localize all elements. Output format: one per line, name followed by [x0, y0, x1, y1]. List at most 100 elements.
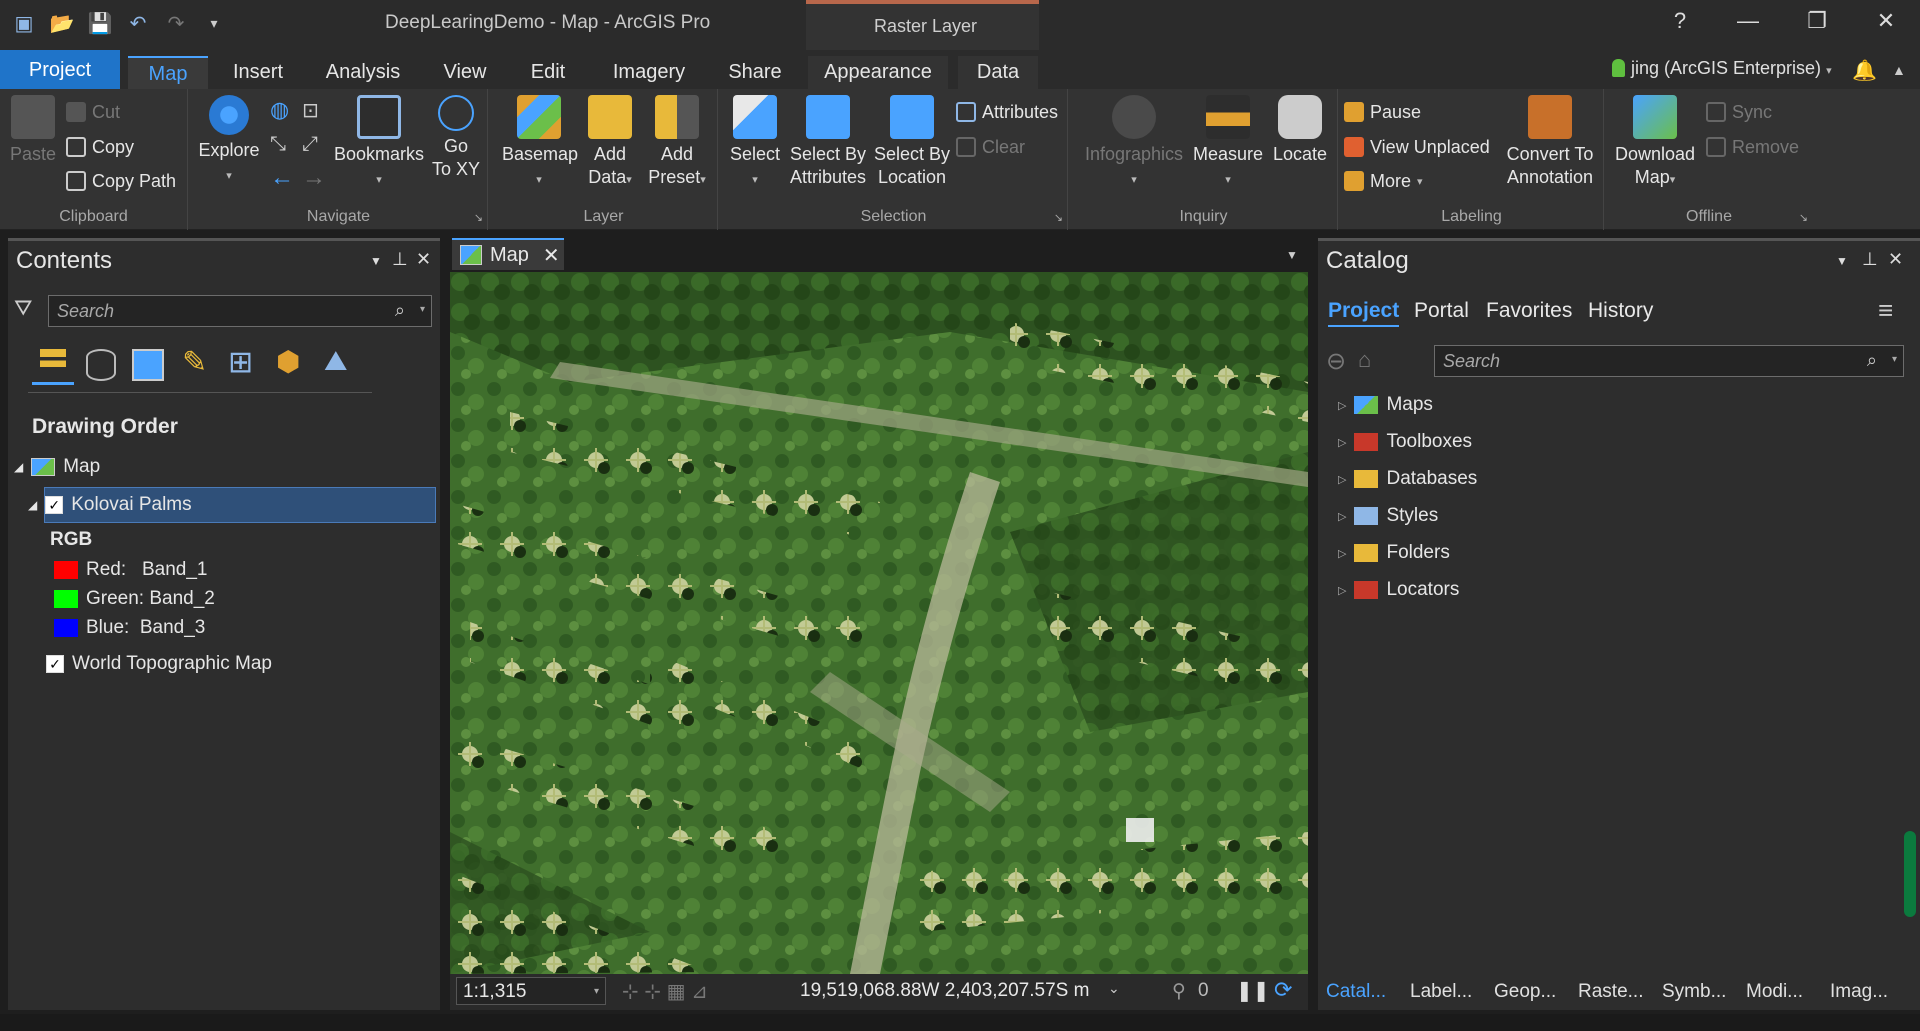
attributes-button[interactable]: Attributes — [956, 99, 1058, 125]
refresh-icon[interactable]: ⟳ — [1274, 977, 1292, 1003]
more-labeling-button[interactable]: More ▾ — [1344, 168, 1423, 194]
copy-path-button[interactable]: Copy Path — [66, 168, 176, 194]
bottom-tab-symbology[interactable]: Symb... — [1662, 981, 1726, 1003]
basemap-button[interactable]: Basemap ▾ — [502, 95, 578, 192]
bottom-tab-raster[interactable]: Raste... — [1578, 981, 1643, 1003]
collapse-icon[interactable]: ◢ — [28, 498, 37, 512]
save-project-icon[interactable]: 💾 — [86, 8, 114, 38]
pause-labeling-button[interactable]: Pause — [1344, 99, 1421, 125]
catalog-pin-icon[interactable]: ⊥ — [1862, 249, 1878, 270]
zoom-in-fixed-icon[interactable]: ⤡ — [270, 131, 286, 157]
pause-drawing-icon[interactable]: ❚❚ — [1236, 978, 1270, 1003]
list-by-perspective-icon[interactable]: ⛰ — [324, 345, 348, 378]
tab-share[interactable]: Share — [722, 56, 788, 89]
list-by-snapping-icon[interactable]: ⊞ — [228, 345, 253, 380]
measure-button[interactable]: Measure ▾ — [1190, 95, 1266, 192]
offline-launcher-icon[interactable]: ↘ — [1799, 211, 1808, 224]
tree-layer-world-topo[interactable]: ✓ World Topographic Map — [46, 653, 272, 675]
scrollbar-thumb[interactable] — [1904, 831, 1916, 917]
bottom-tab-imagery[interactable]: Imag... — [1830, 981, 1888, 1003]
contents-pin-icon[interactable]: ⊥ — [392, 249, 408, 270]
catalog-item-styles[interactable]: ▷ Styles — [1338, 505, 1438, 527]
catalog-tab-history[interactable]: History — [1588, 299, 1653, 323]
contents-options-icon[interactable]: ▼ — [370, 254, 382, 268]
search-options-icon[interactable]: ▾ — [420, 304, 425, 315]
catalog-tab-portal[interactable]: Portal — [1414, 299, 1469, 323]
scale-selector[interactable]: 1:1,315 ▾ — [456, 977, 606, 1005]
convert-to-annotation-button[interactable]: Convert To Annotation — [1500, 95, 1600, 189]
catalog-item-toolboxes[interactable]: ▷ Toolboxes — [1338, 431, 1472, 453]
tab-analysis[interactable]: Analysis — [318, 56, 408, 89]
copy-button[interactable]: Copy — [66, 134, 134, 160]
collapse-ribbon-icon[interactable]: ▲ — [1892, 62, 1906, 78]
tab-data[interactable]: Data — [958, 56, 1038, 89]
home-icon[interactable]: ⌂ — [1358, 347, 1371, 373]
snapping-icons[interactable]: ⊹ ⊹ ▦ ⊿ — [622, 979, 708, 1004]
tab-imagery[interactable]: Imagery — [604, 56, 694, 89]
select-by-location-button[interactable]: Select By Location — [870, 95, 954, 189]
catalog-tab-favorites[interactable]: Favorites — [1486, 299, 1572, 323]
notification-bell-icon[interactable]: 🔔 — [1852, 58, 1877, 83]
layer-visibility-checkbox[interactable]: ✓ — [46, 655, 64, 673]
selection-launcher-icon[interactable]: ↘ — [1054, 211, 1063, 224]
tab-appearance[interactable]: Appearance — [808, 56, 948, 89]
remove-button[interactable]: Remove — [1706, 134, 1799, 160]
contents-search-input[interactable] — [49, 296, 431, 326]
catalog-search-input[interactable] — [1435, 346, 1903, 376]
tab-project[interactable]: Project — [0, 50, 120, 89]
tab-insert[interactable]: Insert — [222, 56, 294, 89]
bookmarks-button[interactable]: Bookmarks ▾ — [334, 95, 424, 192]
list-by-editing-icon[interactable]: ✎ — [182, 345, 207, 380]
close-map-tab-icon[interactable]: ✕ — [543, 243, 560, 268]
search-options-icon[interactable]: ▾ — [1892, 354, 1897, 365]
sync-button[interactable]: Sync — [1706, 99, 1772, 125]
catalog-search[interactable]: ⌕ ▾ — [1434, 345, 1904, 377]
bottom-tab-labeling[interactable]: Label... — [1410, 981, 1472, 1003]
map-canvas[interactable] — [450, 272, 1308, 974]
catalog-item-folders[interactable]: ▷ Folders — [1338, 542, 1450, 564]
close-button[interactable]: ✕ — [1866, 8, 1906, 34]
restore-button[interactable]: ❐ — [1797, 8, 1837, 34]
catalog-menu-icon[interactable]: ≡ — [1878, 295, 1893, 326]
explore-button[interactable]: Explore ▾ — [196, 95, 262, 188]
paste-button[interactable]: Paste — [6, 95, 60, 166]
minimize-button[interactable]: — — [1728, 8, 1768, 34]
full-extent-icon[interactable]: ◍ — [270, 97, 289, 123]
infographics-button[interactable]: Infographics ▾ — [1082, 95, 1186, 192]
clear-button[interactable]: Clear — [956, 134, 1025, 160]
redo-icon[interactable]: ↷ — [162, 8, 190, 38]
collapse-icon[interactable]: ◢ — [14, 460, 23, 474]
contents-close-icon[interactable]: ✕ — [416, 249, 431, 270]
expand-icon[interactable]: ▷ — [1338, 510, 1346, 523]
map-views-dropdown-icon[interactable]: ▼ — [1286, 248, 1298, 262]
next-extent-icon[interactable]: → — [302, 164, 326, 191]
zoom-out-fixed-icon[interactable]: ⤢ — [302, 131, 318, 157]
back-icon[interactable]: ⊖ — [1326, 347, 1346, 376]
expand-icon[interactable]: ▷ — [1338, 436, 1346, 449]
catalog-options-icon[interactable]: ▼ — [1836, 254, 1848, 268]
catalog-tab-project[interactable]: Project — [1328, 299, 1400, 327]
catalog-item-databases[interactable]: ▷ Databases — [1338, 468, 1477, 490]
expand-icon[interactable]: ▷ — [1338, 473, 1346, 486]
list-by-labeling-icon[interactable]: ⬢ — [276, 345, 300, 378]
list-by-source-icon[interactable] — [86, 349, 116, 381]
layer-visibility-checkbox[interactable]: ✓ — [45, 496, 64, 514]
new-project-icon[interactable]: ▣ — [10, 8, 38, 38]
previous-extent-icon[interactable]: ← — [270, 164, 294, 191]
catalog-close-icon[interactable]: ✕ — [1888, 249, 1903, 270]
tree-layer-kolovai-palms[interactable]: ◢ ✓ Kolovai Palms — [28, 494, 192, 516]
fixed-zoom-icon[interactable]: ⊡ — [302, 97, 319, 123]
cut-button[interactable]: Cut — [66, 99, 120, 125]
select-by-attributes-button[interactable]: Select By Attributes — [786, 95, 870, 189]
tab-map[interactable]: Map — [128, 56, 208, 89]
coordinate-format-dropdown-icon[interactable]: ⌄ — [1108, 980, 1120, 997]
add-data-button[interactable]: Add Data▾ — [582, 95, 638, 192]
bottom-tab-geoprocessing[interactable]: Geop... — [1494, 981, 1556, 1003]
user-account[interactable]: jing (ArcGIS Enterprise) ▾ — [1612, 58, 1832, 79]
navigate-launcher-icon[interactable]: ↘ — [474, 211, 483, 224]
view-unplaced-button[interactable]: View Unplaced — [1344, 134, 1490, 160]
bottom-tab-modify[interactable]: Modi... — [1746, 981, 1803, 1003]
catalog-item-maps[interactable]: ▷ Maps — [1338, 394, 1433, 416]
tab-map-view[interactable]: Map ✕ — [452, 238, 564, 270]
locate-button[interactable]: Locate — [1268, 95, 1332, 166]
